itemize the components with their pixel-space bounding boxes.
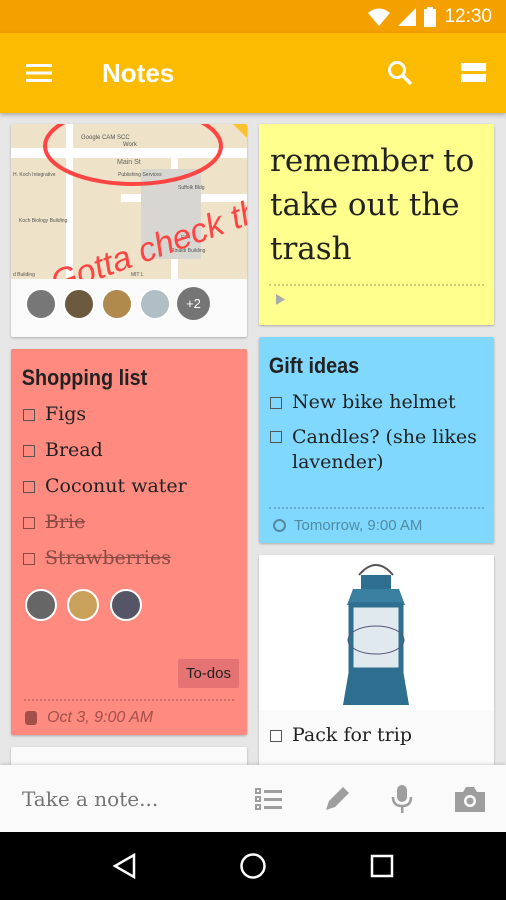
clock-icon [273,519,286,532]
avatar [25,287,57,320]
reminder-time: Oct 3, 9:00 AM [47,709,154,726]
pen-icon[interactable] [323,785,351,813]
svg-text:Work: Work [123,142,138,148]
svg-text:Google CAM SCC: Google CAM SCC [81,135,130,141]
svg-text:d Building: d Building [13,272,35,278]
shopping-list-card[interactable]: Shopping list Figs Bread Coconut water B… [11,349,247,735]
more-collaborators-badge: +2 [177,287,210,320]
svg-text:Koch Biology Building: Koch Biology Building [19,218,68,224]
avatar [109,589,142,621]
lantern-note-card[interactable]: Pack for trip [259,555,494,785]
map-note-card[interactable]: Google CAM SCC Work Main St Publishing S… [11,124,247,337]
checklist-item[interactable]: Bread [23,439,247,461]
home-icon[interactable] [239,852,267,880]
checkbox-checked[interactable] [23,553,35,565]
checklist-icon[interactable] [255,787,283,811]
checkbox-checked[interactable] [23,517,35,529]
note-title: Gift ideas [268,353,360,378]
page-title: Notes [102,57,175,88]
play-icon [276,294,285,305]
trash-note-card[interactable]: remember to take out the trash [259,124,494,325]
checkbox[interactable] [23,409,35,421]
svg-text:Publishing Services: Publishing Services [118,172,162,178]
avatar [101,287,133,320]
checkbox[interactable] [23,445,35,457]
take-note-input[interactable] [22,786,237,811]
location-reminder-icon [25,711,37,725]
recents-icon[interactable] [370,854,394,878]
back-icon[interactable] [112,853,136,879]
mic-icon[interactable] [391,784,413,813]
svg-text:Main St: Main St [117,159,141,166]
status-bar: 12:30 [0,0,506,33]
gift-ideas-card[interactable]: Gift ideas New bike helmet Candles? (she… [259,337,494,543]
map-image: Google CAM SCC Work Main St Publishing S… [11,124,247,279]
checkbox[interactable] [23,481,35,493]
camera-icon[interactable] [455,786,485,812]
checklist-item[interactable]: Coconut water [23,475,247,497]
note-title: Shopping list [21,365,148,390]
checkbox[interactable] [270,397,282,409]
menu-icon[interactable] [26,64,52,82]
checklist-item[interactable]: New bike helmet [270,391,484,413]
checklist-item[interactable]: Pack for trip [270,724,494,746]
battery-icon [424,6,437,27]
clock: 12:30 [444,5,492,27]
checklist-item[interactable]: Candles? (she likes lavender) [270,425,484,475]
checklist-item-checked[interactable]: Brie [23,511,247,533]
avatar [63,287,95,320]
checkbox[interactable] [270,730,282,742]
svg-text:H. Koch Integrative: H. Koch Integrative [13,172,56,178]
reminder-time: Tomorrow, 9:00 AM [294,517,423,534]
avatar [67,589,100,621]
checkbox[interactable] [270,431,282,443]
list-view-icon[interactable] [461,63,486,83]
take-note-bar [0,765,506,832]
checklist-item[interactable]: Figs [23,403,247,425]
search-icon[interactable] [387,60,413,86]
system-nav-bar [0,832,506,900]
lantern-image [259,555,494,710]
wifi-icon [368,8,391,26]
label-chip[interactable]: To-dos [177,659,239,688]
checklist-item-checked[interactable]: Strawberries [23,547,247,569]
svg-text:Suffolk Bldg: Suffolk Bldg [178,185,205,191]
avatar [25,589,57,621]
avatar [139,287,171,320]
note-text: remember to take out the trash [270,143,475,267]
collaborators: +2 [11,279,247,320]
signal-icon [398,7,417,26]
app-bar: Notes [0,33,506,113]
